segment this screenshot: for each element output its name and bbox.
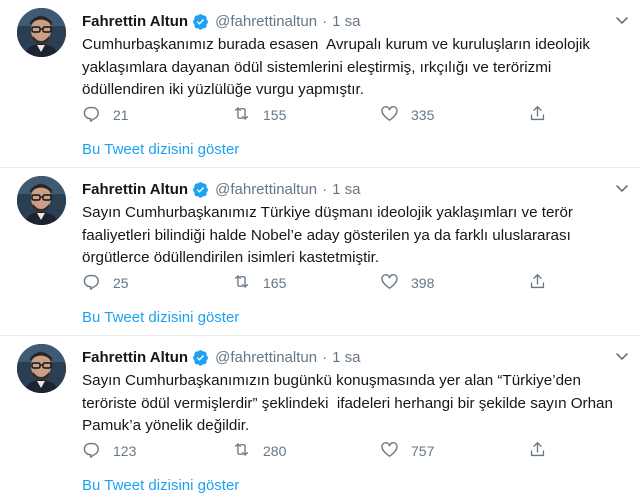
tweet-timestamp[interactable]: 1 sa (332, 349, 360, 366)
retweet-count: 165 (263, 275, 287, 291)
retweet-button[interactable]: 155 (232, 104, 380, 126)
retweet-icon (232, 440, 251, 462)
author-name[interactable]: Fahrettin Altun (82, 13, 188, 30)
author-name[interactable]: Fahrettin Altun (82, 181, 188, 198)
show-thread-link[interactable]: Bu Tweet dizisini göster (82, 141, 239, 158)
like-button[interactable]: 335 (380, 104, 528, 126)
tweet-actions: 21 155 335 (82, 104, 620, 126)
heart-icon (380, 440, 399, 462)
avatar[interactable] (17, 8, 66, 57)
share-button[interactable] (528, 104, 548, 126)
retweet-icon (232, 272, 251, 294)
retweet-count: 155 (263, 107, 287, 123)
tweet-actions: 25 165 398 (82, 272, 620, 294)
tweet-timeline: Fahrettin Altun @fahrettinaltun · 1 sa C… (0, 0, 640, 504)
share-icon (528, 104, 547, 126)
like-count: 757 (411, 443, 435, 459)
avatar[interactable] (17, 344, 66, 393)
separator-dot: · (322, 180, 328, 198)
show-thread-link[interactable]: Bu Tweet dizisini göster (82, 477, 239, 494)
retweet-count: 280 (263, 443, 287, 459)
avatar[interactable] (17, 176, 66, 225)
verified-badge-icon (192, 349, 209, 366)
retweet-button[interactable]: 280 (232, 440, 380, 462)
chevron-down-icon[interactable] (614, 180, 630, 196)
verified-badge-icon (192, 181, 209, 198)
reply-button[interactable]: 123 (82, 440, 232, 462)
share-icon (528, 440, 547, 462)
share-button[interactable] (528, 440, 548, 462)
heart-icon (380, 104, 399, 126)
like-button[interactable]: 757 (380, 440, 528, 462)
like-count: 335 (411, 107, 435, 123)
tweet-actions: 123 280 757 (82, 440, 620, 462)
share-icon (528, 272, 547, 294)
retweet-icon (232, 104, 251, 126)
reply-button[interactable]: 25 (82, 272, 232, 294)
tweet[interactable]: Fahrettin Altun @fahrettinaltun · 1 sa C… (0, 0, 640, 168)
like-button[interactable]: 398 (380, 272, 528, 294)
author-handle[interactable]: @fahrettinaltun (215, 181, 317, 198)
reply-count: 123 (113, 443, 137, 459)
tweet-header: Fahrettin Altun @fahrettinaltun · 1 sa (82, 178, 620, 200)
author-handle[interactable]: @fahrettinaltun (215, 13, 317, 30)
reply-icon (82, 272, 101, 294)
like-count: 398 (411, 275, 435, 291)
reply-count: 25 (113, 275, 129, 291)
author-name[interactable]: Fahrettin Altun (82, 349, 188, 366)
tweet[interactable]: Fahrettin Altun @fahrettinaltun · 1 sa S… (0, 168, 640, 336)
chevron-down-icon[interactable] (614, 348, 630, 364)
tweet-timestamp[interactable]: 1 sa (332, 13, 360, 30)
reply-icon (82, 104, 101, 126)
tweet[interactable]: Fahrettin Altun @fahrettinaltun · 1 sa S… (0, 336, 640, 504)
tweet-text: Sayın Cumhurbaşkanımızın bugünkü konuşma… (82, 372, 618, 434)
separator-dot: · (322, 348, 328, 366)
verified-badge-icon (192, 13, 209, 30)
separator-dot: · (322, 12, 328, 30)
chevron-down-icon[interactable] (614, 12, 630, 28)
tweet-timestamp[interactable]: 1 sa (332, 181, 360, 198)
tweet-header: Fahrettin Altun @fahrettinaltun · 1 sa (82, 10, 620, 32)
heart-icon (380, 272, 399, 294)
show-thread-link[interactable]: Bu Tweet dizisini göster (82, 309, 239, 326)
tweet-header: Fahrettin Altun @fahrettinaltun · 1 sa (82, 346, 620, 368)
tweet-text: Sayın Cumhurbaşkanımız Türkiye düşmanı i… (82, 204, 578, 266)
reply-icon (82, 440, 101, 462)
tweet-text: Cumhurbaşkanımız burada esasen Avrupalı … (82, 36, 595, 98)
reply-button[interactable]: 21 (82, 104, 232, 126)
author-handle[interactable]: @fahrettinaltun (215, 349, 317, 366)
reply-count: 21 (113, 107, 129, 123)
share-button[interactable] (528, 272, 548, 294)
retweet-button[interactable]: 165 (232, 272, 380, 294)
